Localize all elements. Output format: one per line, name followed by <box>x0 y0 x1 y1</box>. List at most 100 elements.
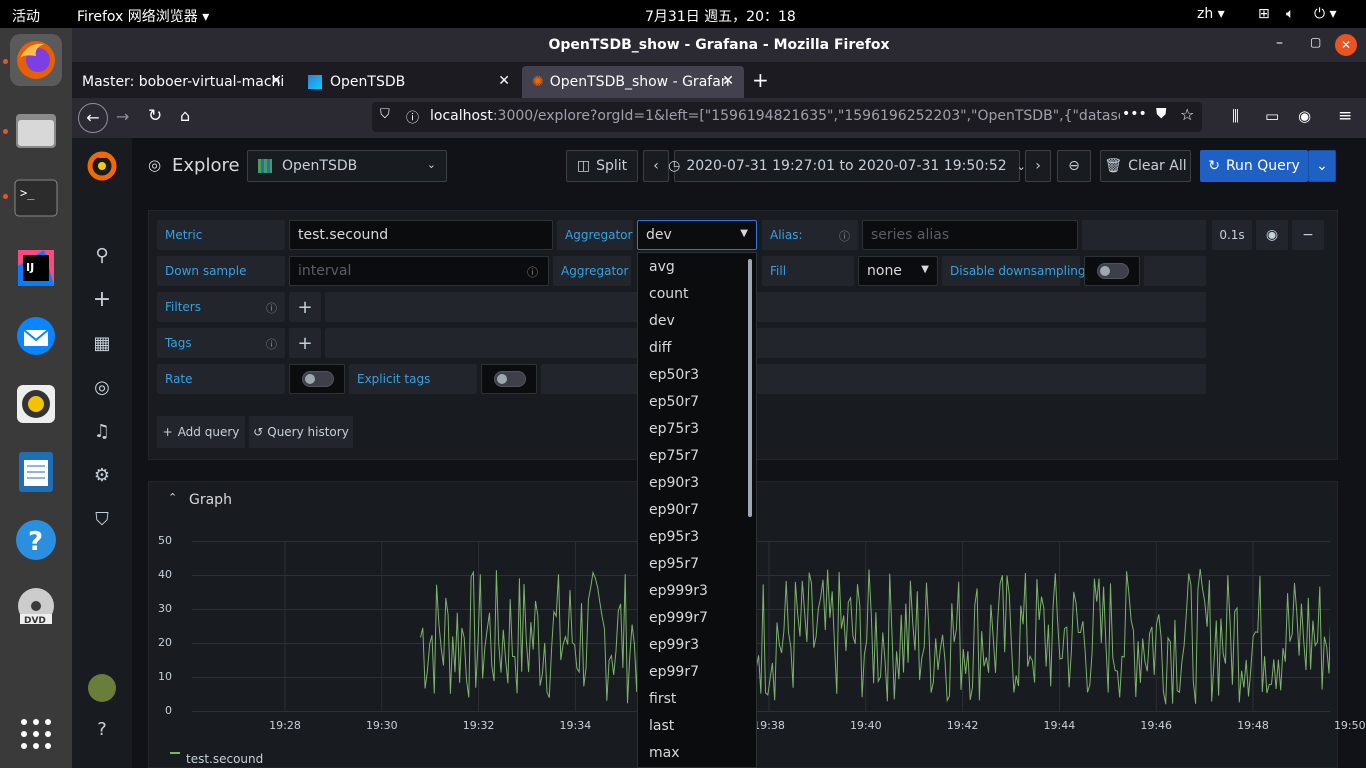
dropdown-option-dev[interactable]: dev <box>649 313 675 329</box>
dvd-dock-icon[interactable]: DVD <box>10 582 62 634</box>
dashboards-icon[interactable]: ▦ <box>90 332 114 356</box>
close-tab-icon[interactable]: ✕ <box>270 73 282 89</box>
info-icon[interactable]: ⓘ <box>406 107 419 126</box>
home-icon[interactable]: ⌂ <box>180 106 190 125</box>
dropdown-option-max[interactable]: max <box>649 745 680 761</box>
add-filter-plus-icon[interactable]: + <box>289 292 321 322</box>
legend-series-name[interactable]: test.secound <box>186 752 263 766</box>
library-icon[interactable]: ⫼ <box>1232 107 1239 125</box>
close-tab-icon[interactable]: ✕ <box>498 73 510 89</box>
power-icon[interactable]: ⏻ ▾ <box>1314 6 1337 22</box>
explore-icon[interactable]: ◎ <box>90 376 114 400</box>
dropdown-option-ep75r7[interactable]: ep75r7 <box>649 448 699 464</box>
files-dock-icon[interactable] <box>10 104 62 156</box>
tab-grafana-active[interactable]: ✺ OpenTSDB_show - Grafan ✕ <box>522 66 744 98</box>
rate-toggle[interactable] <box>302 371 334 387</box>
firefox-dock-icon[interactable] <box>10 34 62 86</box>
url-bar[interactable]: ⛉ ⓘ localhost:3000/explore?orgId=1&left=… <box>372 102 1202 132</box>
alias-input[interactable]: series alias <box>862 220 1078 250</box>
tab-opentsdb[interactable]: OpenTSDB ✕ <box>298 66 520 98</box>
tab-master[interactable]: Master: boboer-virtual-machi ✕ <box>72 66 292 98</box>
app-menu[interactable]: Firefox 网络浏览器 ▾ <box>77 6 209 26</box>
show-apps-icon[interactable] <box>10 708 62 760</box>
dropdown-option-ep95r3[interactable]: ep95r3 <box>649 529 699 545</box>
run-query-button[interactable]: ↻ Run Query <box>1200 150 1308 182</box>
dropdown-option-ep75r3[interactable]: ep75r3 <box>649 421 699 437</box>
info-icon[interactable]: ⓘ <box>839 228 850 244</box>
avatar[interactable] <box>88 674 116 702</box>
forward-icon[interactable]: → <box>116 107 129 126</box>
bookmark-star-icon[interactable]: ☆ <box>1180 105 1194 124</box>
explicit-tags-toggle[interactable] <box>494 371 526 387</box>
intellij-dock-icon[interactable]: IJ <box>10 242 62 294</box>
query-history-button[interactable]: ↺ Query history <box>249 416 353 448</box>
dropdown-option-ep90r3[interactable]: ep90r3 <box>649 475 699 491</box>
language-indicator[interactable]: zh ▾ <box>1197 6 1225 22</box>
back-icon[interactable]: ← <box>78 103 108 133</box>
terminal-dock-icon[interactable]: >_ <box>10 172 62 224</box>
dropdown-option-ep99r3[interactable]: ep99r3 <box>649 637 699 653</box>
grafana-logo-icon[interactable] <box>86 150 118 182</box>
pocket-icon[interactable]: ⛊ <box>1156 106 1167 122</box>
page-actions-icon[interactable]: ••• <box>1122 106 1147 122</box>
minimize-icon[interactable]: – <box>1276 35 1283 51</box>
rhythmbox-dock-icon[interactable] <box>10 378 62 430</box>
create-icon[interactable]: + <box>90 288 114 312</box>
close-tab-icon[interactable]: ✕ <box>722 73 734 89</box>
activities-button[interactable]: 活动 <box>12 6 40 26</box>
add-tag-plus-icon[interactable]: + <box>289 328 321 358</box>
network-icon[interactable]: ⊞ <box>1258 6 1270 22</box>
datasource-picker[interactable]: OpenTSDB ⌄ <box>247 150 447 182</box>
split-button[interactable]: ◫ Split <box>566 150 638 182</box>
new-tab-icon[interactable]: + <box>752 68 769 92</box>
interval-input[interactable]: interval ⓘ <box>289 256 549 286</box>
disable-downsampling-toggle[interactable] <box>1097 263 1129 279</box>
dropdown-scrollbar[interactable] <box>748 259 752 517</box>
thunderbird-dock-icon[interactable] <box>10 310 62 362</box>
dropdown-option-count[interactable]: count <box>649 286 689 302</box>
clear-all-button[interactable]: 🗑︎ Clear All <box>1100 150 1191 182</box>
dropdown-option-ep99r7[interactable]: ep99r7 <box>649 664 699 680</box>
dropdown-option-ep999r3[interactable]: ep999r3 <box>649 583 708 599</box>
fill-select[interactable]: none ▼ <box>858 256 938 286</box>
account-icon[interactable]: ◉ <box>1298 107 1311 125</box>
dropdown-option-ep90r7[interactable]: ep90r7 <box>649 502 699 518</box>
dropdown-option-ep999r7[interactable]: ep999r7 <box>649 610 708 626</box>
alerting-bell-icon[interactable]: ♫ <box>90 420 114 444</box>
server-admin-shield-icon[interactable]: ⛉ <box>90 508 114 532</box>
add-query-button[interactable]: + Add query <box>157 416 245 448</box>
metric-input[interactable]: test.secound <box>289 220 553 250</box>
reload-icon[interactable]: ↻ <box>148 106 162 126</box>
dropdown-option-avg[interactable]: avg <box>649 259 675 275</box>
menu-icon[interactable]: ≡ <box>1338 106 1352 126</box>
zoom-out-button[interactable]: ⊖ <box>1057 150 1091 182</box>
dropdown-option-ep50r7[interactable]: ep50r7 <box>649 394 699 410</box>
help-dock-icon[interactable]: ? <box>10 514 62 566</box>
dropdown-option-last[interactable]: last <box>649 718 674 734</box>
dropdown-option-diff[interactable]: diff <box>649 340 671 356</box>
search-icon[interactable]: ⚲ <box>90 244 114 268</box>
time-back-button[interactable]: ‹ <box>643 150 669 182</box>
time-range-picker[interactable]: ◷ 2020-07-31 19:27:01 to 2020-07-31 19:50… <box>668 150 1026 182</box>
configuration-gear-icon[interactable]: ⚙ <box>90 464 114 488</box>
hide-query-eye-icon[interactable]: ◉ <box>1256 220 1288 250</box>
clock[interactable]: 7月31日 週五，20：18 <box>645 6 796 26</box>
aggregator-select[interactable]: dev ▼ <box>637 220 757 250</box>
run-query-options-button[interactable]: ⌄ <box>1308 150 1336 182</box>
volume-icon[interactable]: 🔈︎ <box>1286 6 1294 22</box>
dropdown-option-ep50r3[interactable]: ep50r3 <box>649 367 699 383</box>
sidebar-icon[interactable]: ▭ <box>1265 107 1279 125</box>
shield-icon[interactable]: ⛉ <box>380 107 390 122</box>
info-icon[interactable]: ⓘ <box>527 264 538 280</box>
remove-query-icon[interactable]: − <box>1292 220 1324 250</box>
dropdown-option-ep95r7[interactable]: ep95r7 <box>649 556 699 572</box>
close-window-icon[interactable]: ✕ <box>1335 34 1357 56</box>
info-icon[interactable]: ⓘ <box>266 300 277 316</box>
writer-dock-icon[interactable] <box>10 446 62 498</box>
help-icon[interactable]: ? <box>90 718 114 742</box>
time-forward-button[interactable]: › <box>1025 150 1051 182</box>
info-icon[interactable]: ⓘ <box>266 336 277 352</box>
dropdown-option-first[interactable]: first <box>649 691 676 707</box>
maximize-icon[interactable]: ▢ <box>1310 35 1321 49</box>
collapse-chevron-icon[interactable]: ⌃ <box>168 491 177 504</box>
